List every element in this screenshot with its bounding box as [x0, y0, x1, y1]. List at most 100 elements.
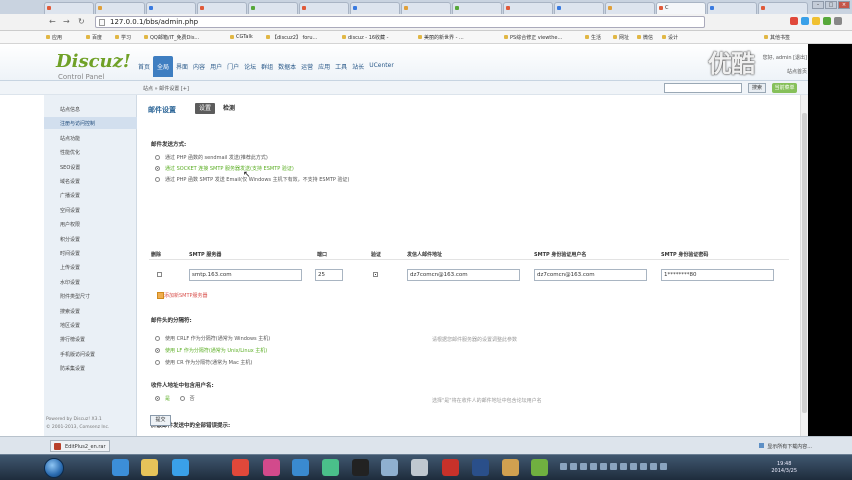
tray-icon[interactable]: [580, 463, 587, 470]
browser-tab[interactable]: [452, 2, 502, 14]
page-scrollbar[interactable]: [800, 95, 808, 436]
auth-password-input[interactable]: 1********80: [661, 269, 774, 281]
auth-checkbox[interactable]: [373, 272, 378, 277]
url-input[interactable]: 127.0.0.1/bbs/admin.php: [95, 16, 705, 28]
bookmark-item[interactable]: 网址: [613, 34, 629, 41]
tray-icon[interactable]: [620, 463, 627, 470]
network-icon[interactable]: [411, 459, 428, 476]
maximize-button[interactable]: □: [825, 1, 837, 9]
volume-icon[interactable]: [650, 463, 657, 470]
sidebar-item[interactable]: SEO设置: [44, 161, 137, 173]
separator-radio[interactable]: [155, 348, 160, 353]
chrome-icon[interactable]: [232, 459, 249, 476]
sidebar-item[interactable]: 搜索设置: [44, 305, 137, 317]
tab-check[interactable]: 检测: [219, 103, 239, 114]
current-menu-button[interactable]: 当前菜单: [772, 83, 797, 93]
site-home-link[interactable]: 站点首页: [763, 68, 807, 75]
topnav-item[interactable]: UCenter: [367, 59, 396, 77]
browser-tab[interactable]: [401, 2, 451, 14]
topnav-item[interactable]: 全局: [153, 56, 174, 77]
extension-icon[interactable]: [801, 17, 809, 25]
forward-arrow-icon[interactable]: →: [63, 17, 70, 26]
bookmark-item[interactable]: discuz - 16收藏 -: [342, 34, 388, 41]
tray-icon[interactable]: [640, 463, 647, 470]
sidebar-item[interactable]: 积分设置: [44, 233, 137, 245]
sidebar-item[interactable]: 注册与访问控制: [44, 117, 137, 130]
back-arrow-icon[interactable]: ←: [49, 17, 56, 26]
topnav-item[interactable]: 首页: [136, 59, 152, 77]
sidebar-item[interactable]: 性能优化: [44, 146, 137, 158]
send-method-radio[interactable]: [155, 177, 160, 182]
tray-icon[interactable]: [630, 463, 637, 470]
browser-tab[interactable]: [605, 2, 655, 14]
bookmark-item[interactable]: 微信: [637, 34, 653, 41]
bookmark-item[interactable]: 设计: [662, 34, 678, 41]
sidebar-item[interactable]: 排行榜设置: [44, 333, 137, 345]
sidebar-item[interactable]: 防采集设置: [44, 362, 137, 374]
browser-tab[interactable]: [350, 2, 400, 14]
browser-tab[interactable]: [758, 2, 808, 14]
qq-browser-icon[interactable]: [172, 459, 189, 476]
sidebar-item[interactable]: 域名设置: [44, 175, 137, 187]
bookmark-item[interactable]: 学习: [115, 34, 131, 41]
network-tray-icon[interactable]: [660, 463, 667, 470]
video-player-icon[interactable]: [263, 459, 280, 476]
sidebar-item[interactable]: 时间设置: [44, 247, 137, 259]
bookmark-item[interactable]: 【discuz2】 foru...: [266, 34, 317, 41]
sidebar-item[interactable]: 上传设置: [44, 261, 137, 273]
bookmark-item[interactable]: 百度: [86, 34, 102, 41]
extension-icon[interactable]: [823, 17, 831, 25]
folder-icon[interactable]: [381, 459, 398, 476]
separator-radio[interactable]: [155, 360, 160, 365]
sidebar-item[interactable]: 站点功能: [44, 132, 137, 144]
sidebar-item[interactable]: 广播设置: [44, 189, 137, 201]
user-greeting[interactable]: 您好, admin [退出]: [763, 54, 807, 61]
search-button[interactable]: 搜索: [748, 83, 766, 93]
browser-tab[interactable]: [707, 2, 757, 14]
discuz-logo[interactable]: Discuz!: [56, 53, 131, 71]
bookmark-item[interactable]: 美丽的新世界 - ...: [418, 34, 464, 41]
send-method-option[interactable]: 通过 SOCKET 连接 SMTP 服务器发送(支持 ESMTP 验证): [155, 165, 294, 172]
browser-tab[interactable]: [248, 2, 298, 14]
browser-tab[interactable]: [197, 2, 247, 14]
smtp-port-input[interactable]: 25: [315, 269, 343, 281]
app-icon[interactable]: [502, 459, 519, 476]
menu-icon[interactable]: [834, 17, 842, 25]
photoshop-icon[interactable]: [472, 459, 489, 476]
qq-icon[interactable]: [352, 459, 369, 476]
sidebar-item[interactable]: 手机版访问设置: [44, 348, 137, 360]
browser-tab[interactable]: [146, 2, 196, 14]
topnav-item[interactable]: 运营: [299, 59, 315, 77]
separator-radio[interactable]: [155, 336, 160, 341]
extension-icon[interactable]: [812, 17, 820, 25]
topnav-item[interactable]: 应用: [316, 59, 332, 77]
topnav-item[interactable]: 内容: [191, 59, 207, 77]
sidebar-item[interactable]: 地区设置: [44, 319, 137, 331]
topnav-item[interactable]: 界面: [174, 59, 190, 77]
topnav-item[interactable]: 群组: [259, 59, 275, 77]
from-address-input[interactable]: dz7comcn@163.com: [407, 269, 520, 281]
bookmark-item[interactable]: QQ邮箱/IT_免费Dis...: [144, 34, 199, 41]
submit-button[interactable]: 提交: [150, 415, 171, 426]
delete-checkbox[interactable]: [157, 272, 162, 277]
media-icon[interactable]: [292, 459, 309, 476]
recipient-username-no-radio[interactable]: [179, 396, 185, 401]
send-method-option[interactable]: 通过 PHP 函数的 sendmail 发送(推荐此方式): [155, 154, 268, 161]
bookmark-item[interactable]: 其他书签: [764, 34, 790, 41]
bookmark-item[interactable]: CGTalk: [230, 34, 253, 40]
browser-tab[interactable]: [95, 2, 145, 14]
explorer-icon[interactable]: [141, 459, 158, 476]
send-method-radio[interactable]: [155, 166, 160, 171]
clock[interactable]: 19:48 2014/3/25: [771, 461, 797, 475]
app-icon-2[interactable]: [531, 459, 548, 476]
filezilla-icon[interactable]: [442, 459, 459, 476]
sidebar-item[interactable]: 空间设置: [44, 204, 137, 216]
browser-tab[interactable]: [503, 2, 553, 14]
topnav-item[interactable]: 论坛: [242, 59, 258, 77]
tab-settings[interactable]: 设置: [195, 103, 216, 114]
tray-icon[interactable]: [590, 463, 597, 470]
ie-icon[interactable]: [112, 459, 129, 476]
bookmark-item[interactable]: PS综合修正 viewthe...: [504, 34, 562, 41]
separator-option[interactable]: 使用 CR 作为分隔符(通常为 Mac 主机): [155, 359, 252, 366]
tray-icon[interactable]: [560, 463, 567, 470]
